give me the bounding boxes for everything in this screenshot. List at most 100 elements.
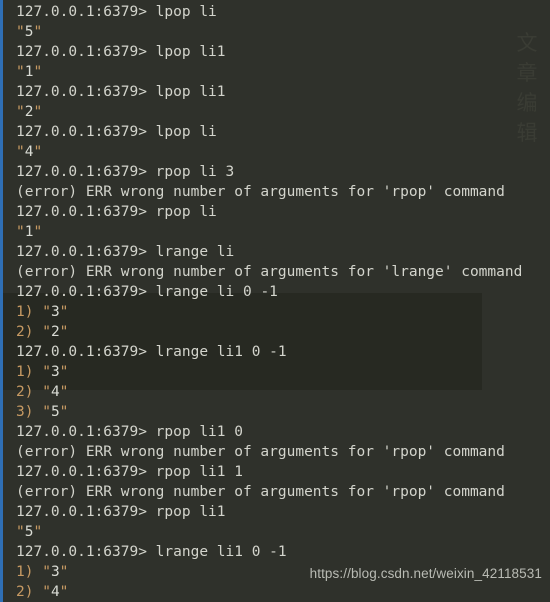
reply-value: 2 bbox=[50, 324, 60, 340]
prompt-label: 127.0.0.1:6379> bbox=[16, 124, 147, 140]
list-index: 2) bbox=[16, 324, 34, 340]
terminal-value-line: "2" bbox=[16, 102, 550, 122]
prompt-label: 127.0.0.1:6379> bbox=[16, 284, 147, 300]
open-quote: " bbox=[33, 564, 51, 580]
close-quote: " bbox=[59, 364, 69, 380]
open-quote: " bbox=[33, 364, 51, 380]
command-text: rpop li bbox=[146, 204, 217, 220]
open-quote: " bbox=[33, 304, 51, 320]
command-text: rpop li 3 bbox=[146, 164, 235, 180]
command-text: lpop li bbox=[146, 4, 217, 20]
list-index: 2) bbox=[16, 384, 34, 400]
open-quote: " bbox=[16, 64, 25, 80]
terminal-value-line: "5" bbox=[16, 522, 550, 542]
left-accent-stripe bbox=[0, 0, 3, 602]
command-text: lrange li 0 -1 bbox=[146, 284, 278, 300]
terminal-list-item-line: 2) "4" bbox=[16, 582, 550, 602]
command-text: rpop li1 bbox=[146, 504, 226, 520]
close-quote: " bbox=[59, 564, 69, 580]
terminal-command-line: 127.0.0.1:6379> lrange li 0 -1 bbox=[16, 282, 550, 302]
prompt-label: 127.0.0.1:6379> bbox=[16, 84, 147, 100]
open-quote: " bbox=[16, 104, 25, 120]
terminal-command-line: 127.0.0.1:6379> rpop li bbox=[16, 202, 550, 222]
reply-value: 3 bbox=[50, 564, 60, 580]
terminal-command-line: 127.0.0.1:6379> lrange li1 0 -1 bbox=[16, 542, 550, 562]
close-quote: " bbox=[33, 144, 43, 160]
command-text: lrange li bbox=[146, 244, 235, 260]
csdn-watermark: https://blog.csdn.net/weixin_42118531 bbox=[309, 566, 542, 581]
terminal-command-line: 127.0.0.1:6379> rpop li1 bbox=[16, 502, 550, 522]
terminal-command-line: 127.0.0.1:6379> rpop li1 0 bbox=[16, 422, 550, 442]
open-quote: " bbox=[16, 524, 25, 540]
prompt-label: 127.0.0.1:6379> bbox=[16, 504, 147, 520]
terminal-command-line: 127.0.0.1:6379> lpop li1 bbox=[16, 42, 550, 62]
prompt-label: 127.0.0.1:6379> bbox=[16, 204, 147, 220]
open-quote: " bbox=[16, 144, 25, 160]
command-text: rpop li1 0 bbox=[146, 424, 243, 440]
open-quote: " bbox=[16, 224, 25, 240]
prompt-label: 127.0.0.1:6379> bbox=[16, 424, 147, 440]
terminal-value-line: "1" bbox=[16, 222, 550, 242]
open-quote: " bbox=[33, 384, 51, 400]
terminal-output[interactable]: 127.0.0.1:6379> lpop li "5" 127.0.0.1:6379… bbox=[0, 0, 550, 602]
list-index: 2) bbox=[16, 584, 34, 600]
terminal-command-line: 127.0.0.1:6379> lrange li bbox=[16, 242, 550, 262]
terminal-value-line: "1" bbox=[16, 62, 550, 82]
reply-value: 4 bbox=[50, 584, 60, 600]
terminal-command-line: 127.0.0.1:6379> rpop li1 1 bbox=[16, 462, 550, 482]
terminal-list-item-line: 2) "4" bbox=[16, 382, 550, 402]
error-text: (error) ERR wrong number of arguments fo… bbox=[16, 184, 505, 200]
terminal-list-item-line: 1) "3" bbox=[16, 362, 550, 382]
list-index: 1) bbox=[16, 564, 34, 580]
close-quote: " bbox=[33, 24, 43, 40]
prompt-label: 127.0.0.1:6379> bbox=[16, 344, 147, 360]
close-quote: " bbox=[59, 324, 69, 340]
open-quote: " bbox=[33, 584, 51, 600]
terminal-error-line: (error) ERR wrong number of arguments fo… bbox=[16, 262, 550, 282]
close-quote: " bbox=[59, 584, 69, 600]
command-text: lrange li1 0 -1 bbox=[146, 544, 287, 560]
open-quote: " bbox=[16, 24, 25, 40]
reply-value: 3 bbox=[50, 364, 60, 380]
terminal-value-line: "4" bbox=[16, 142, 550, 162]
prompt-label: 127.0.0.1:6379> bbox=[16, 464, 147, 480]
open-quote: " bbox=[33, 404, 51, 420]
prompt-label: 127.0.0.1:6379> bbox=[16, 244, 147, 260]
error-text: (error) ERR wrong number of arguments fo… bbox=[16, 444, 505, 460]
reply-value: 5 bbox=[50, 404, 60, 420]
prompt-label: 127.0.0.1:6379> bbox=[16, 164, 147, 180]
terminal-command-line: 127.0.0.1:6379> rpop li 3 bbox=[16, 162, 550, 182]
command-text: lpop li bbox=[146, 124, 217, 140]
error-text: (error) ERR wrong number of arguments fo… bbox=[16, 484, 505, 500]
prompt-label: 127.0.0.1:6379> bbox=[16, 544, 147, 560]
terminal-value-line: "5" bbox=[16, 22, 550, 42]
command-text: lpop li1 bbox=[146, 44, 226, 60]
reply-value: 4 bbox=[50, 384, 60, 400]
close-quote: " bbox=[59, 384, 69, 400]
terminal-command-line: 127.0.0.1:6379> lpop li bbox=[16, 2, 550, 22]
command-text: lrange li1 0 -1 bbox=[146, 344, 287, 360]
close-quote: " bbox=[33, 64, 43, 80]
list-index: 3) bbox=[16, 404, 34, 420]
list-index: 1) bbox=[16, 364, 34, 380]
terminal-list-item-line: 2) "2" bbox=[16, 322, 550, 342]
terminal-command-line: 127.0.0.1:6379> lpop li bbox=[16, 122, 550, 142]
list-index: 1) bbox=[16, 304, 34, 320]
prompt-label: 127.0.0.1:6379> bbox=[16, 4, 147, 20]
close-quote: " bbox=[59, 404, 69, 420]
close-quote: " bbox=[33, 224, 43, 240]
terminal-command-line: 127.0.0.1:6379> lrange li1 0 -1 bbox=[16, 342, 550, 362]
reply-value: 3 bbox=[50, 304, 60, 320]
close-quote: " bbox=[33, 104, 43, 120]
close-quote: " bbox=[33, 524, 43, 540]
prompt-label: 127.0.0.1:6379> bbox=[16, 44, 147, 60]
terminal-error-line: (error) ERR wrong number of arguments fo… bbox=[16, 182, 550, 202]
close-quote: " bbox=[59, 304, 69, 320]
terminal-command-line: 127.0.0.1:6379> lpop li1 bbox=[16, 82, 550, 102]
terminal-error-line: (error) ERR wrong number of arguments fo… bbox=[16, 442, 550, 462]
command-text: lpop li1 bbox=[146, 84, 226, 100]
open-quote: " bbox=[33, 324, 51, 340]
terminal-error-line: (error) ERR wrong number of arguments fo… bbox=[16, 482, 550, 502]
error-text: (error) ERR wrong number of arguments fo… bbox=[16, 264, 523, 280]
terminal-window[interactable]: 文章编辑 127.0.0.1:6379> lpop li "5" 127.0.0.1… bbox=[0, 0, 550, 602]
